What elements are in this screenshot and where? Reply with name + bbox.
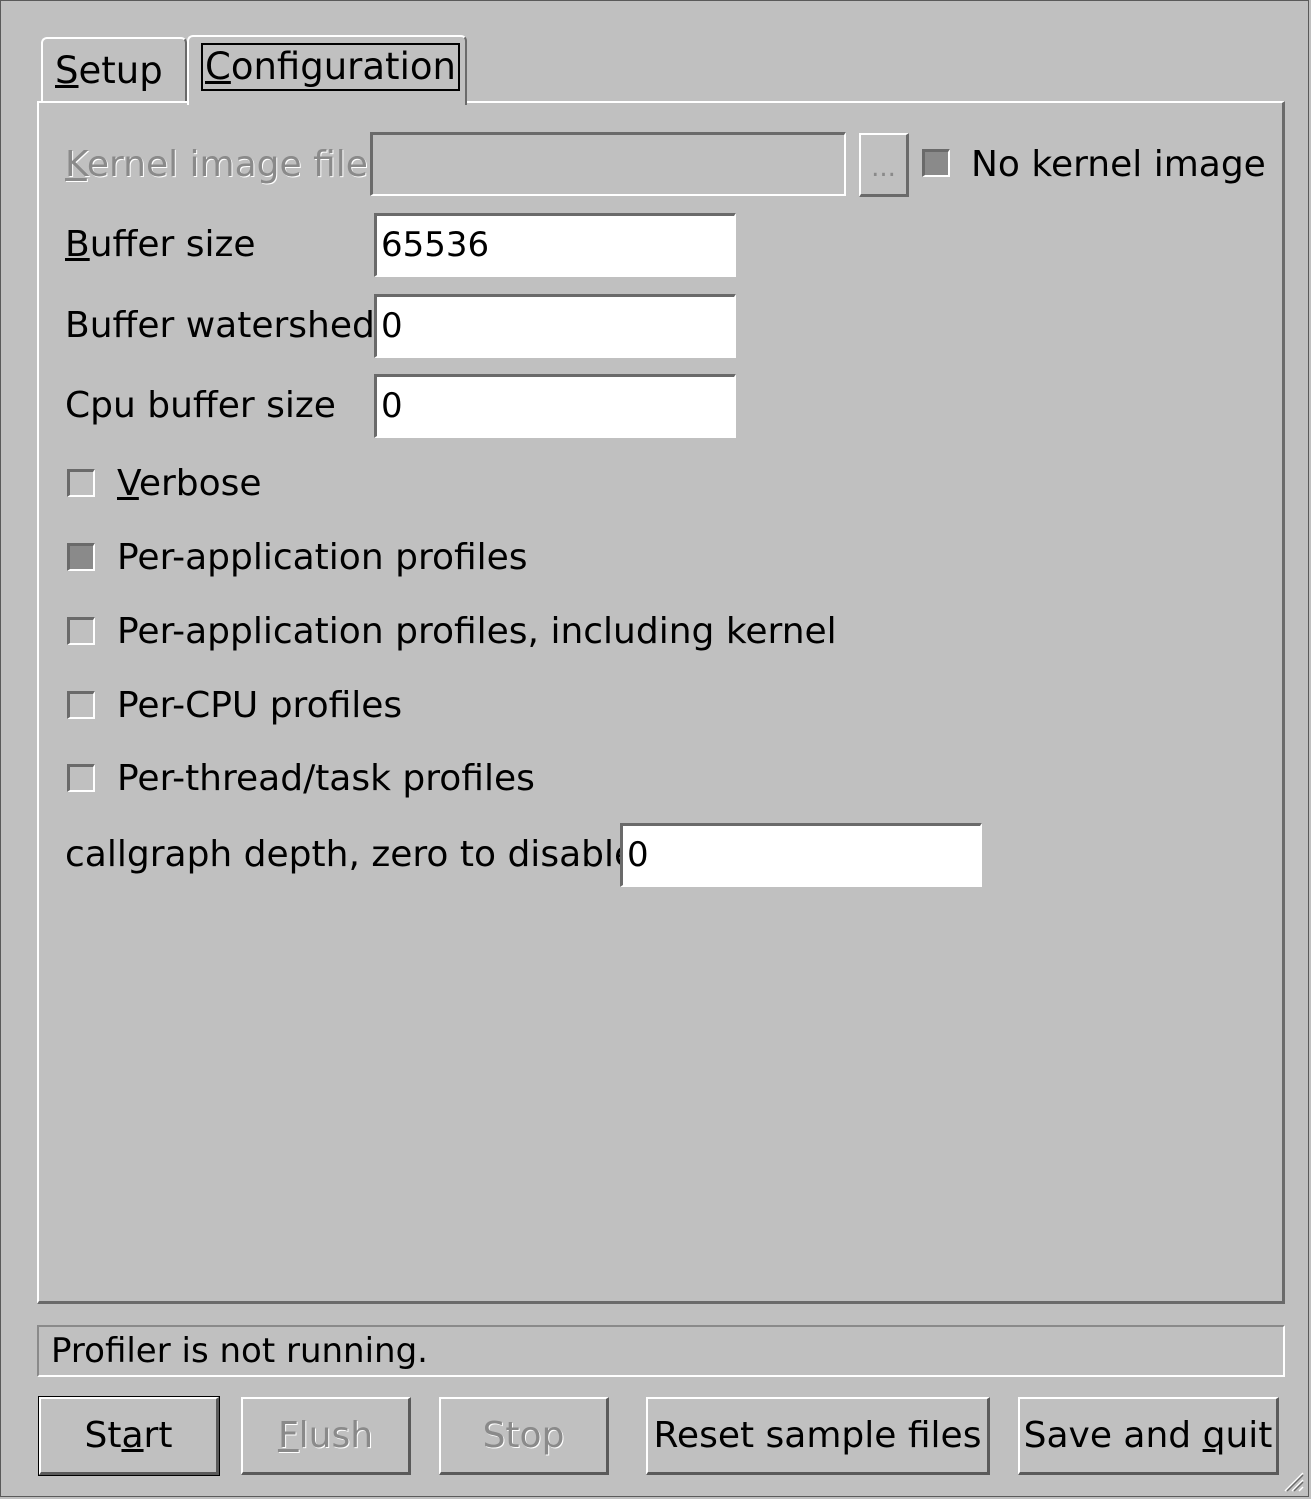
stop-button[interactable]: Stop [439, 1397, 609, 1475]
kernel-image-browse-button[interactable]: ... [859, 133, 909, 197]
per-cpu-profiles-label: Per-CPU profiles [117, 685, 403, 726]
kernel-image-label: Kernel image file [65, 144, 368, 185]
per-application-profiles-label: Per-application profiles [117, 537, 528, 578]
per-thread-profiles-checkbox[interactable] [67, 764, 95, 792]
reset-sample-files-button[interactable]: Reset sample files [646, 1397, 990, 1475]
resize-grip-icon[interactable] [1282, 1470, 1304, 1492]
verbose-checkbox[interactable] [67, 469, 95, 497]
kernel-image-input[interactable] [370, 132, 846, 196]
per-application-kernel-label: Per-application profiles, including kern… [117, 611, 837, 652]
verbose-label: Verbose [117, 463, 262, 504]
no-kernel-image-label: No kernel image [971, 144, 1266, 185]
per-application-kernel-checkbox[interactable] [67, 617, 95, 645]
callgraph-depth-label: callgraph depth, zero to disable [65, 834, 637, 875]
per-thread-profiles-label: Per-thread/task profiles [117, 758, 535, 799]
no-kernel-image-checkbox[interactable] [922, 149, 950, 177]
save-and-quit-button[interactable]: Save and quit [1018, 1397, 1279, 1475]
status-bar: Profiler is not running. [37, 1325, 1285, 1377]
flush-button[interactable]: Flush [241, 1397, 411, 1475]
tab-setup[interactable]: Setup [41, 37, 187, 101]
callgraph-depth-input[interactable]: 0 [620, 823, 982, 887]
buffer-size-input[interactable]: 65536 [374, 213, 736, 277]
tab-setup-label: Setup [55, 49, 163, 92]
buffer-size-label: Buffer size [65, 224, 256, 265]
buffer-watershed-input[interactable]: 0 [374, 294, 736, 358]
per-application-profiles-checkbox[interactable] [67, 543, 95, 571]
start-button[interactable]: Start [38, 1396, 220, 1476]
oprofile-window: Setup Configuration Kernel image file ..… [0, 0, 1309, 1497]
tab-configuration-label: Configuration [201, 43, 460, 91]
tab-configuration[interactable]: Configuration [187, 35, 467, 109]
buffer-watershed-label: Buffer watershed [65, 305, 375, 346]
per-cpu-profiles-checkbox[interactable] [67, 691, 95, 719]
cpu-buffer-size-label: Cpu buffer size [65, 385, 336, 426]
cpu-buffer-size-input[interactable]: 0 [374, 374, 736, 438]
